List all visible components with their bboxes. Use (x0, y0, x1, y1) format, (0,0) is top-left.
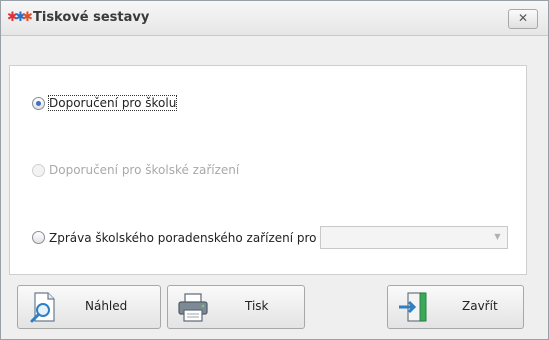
close-button-label: Zavřít (462, 299, 498, 313)
chevron-down-icon: ▼ (494, 232, 501, 241)
exit-door-icon (399, 292, 427, 322)
preview-magnifier-icon (30, 292, 55, 323)
options-panel: Doporučení pro školu Doporučení pro škol… (9, 65, 527, 275)
title-bar: ✱ ✱ ✱ Tiskové sestavy ✕ (1, 1, 548, 36)
printer-icon (178, 293, 208, 322)
option-counseling-report-label[interactable]: Zpráva školského poradenského zařízení p… (49, 231, 317, 245)
option-school-facility-label: Doporučení pro školské zařízení (49, 163, 240, 177)
radio-school[interactable] (32, 96, 45, 110)
print-button[interactable]: Tisk (167, 285, 305, 329)
people-group-icon: ✱ ✱ ✱ (7, 10, 33, 25)
print-button-label: Tisk (245, 299, 269, 313)
option-counseling-report[interactable]: Zpráva školského poradenského zařízení p… (32, 226, 508, 249)
report-dialog: ✱ ✱ ✱ Tiskové sestavy ✕ Doporučení pro š… (0, 0, 549, 340)
radio-counseling-report[interactable] (32, 231, 45, 244)
close-button[interactable]: Zavřít (387, 285, 524, 329)
preview-button[interactable]: Náhled (17, 285, 161, 329)
preview-button-label: Náhled (85, 299, 128, 313)
close-window-button[interactable]: ✕ (508, 9, 538, 29)
option-school-facility: Doporučení pro školské zařízení (32, 163, 239, 177)
option-school[interactable]: Doporučení pro školu (32, 95, 178, 111)
option-school-label[interactable]: Doporučení pro školu (47, 95, 178, 111)
window-title: Tiskové sestavy (33, 10, 150, 25)
radio-school-facility (32, 163, 45, 177)
report-target-select[interactable]: ▼ (319, 226, 508, 249)
